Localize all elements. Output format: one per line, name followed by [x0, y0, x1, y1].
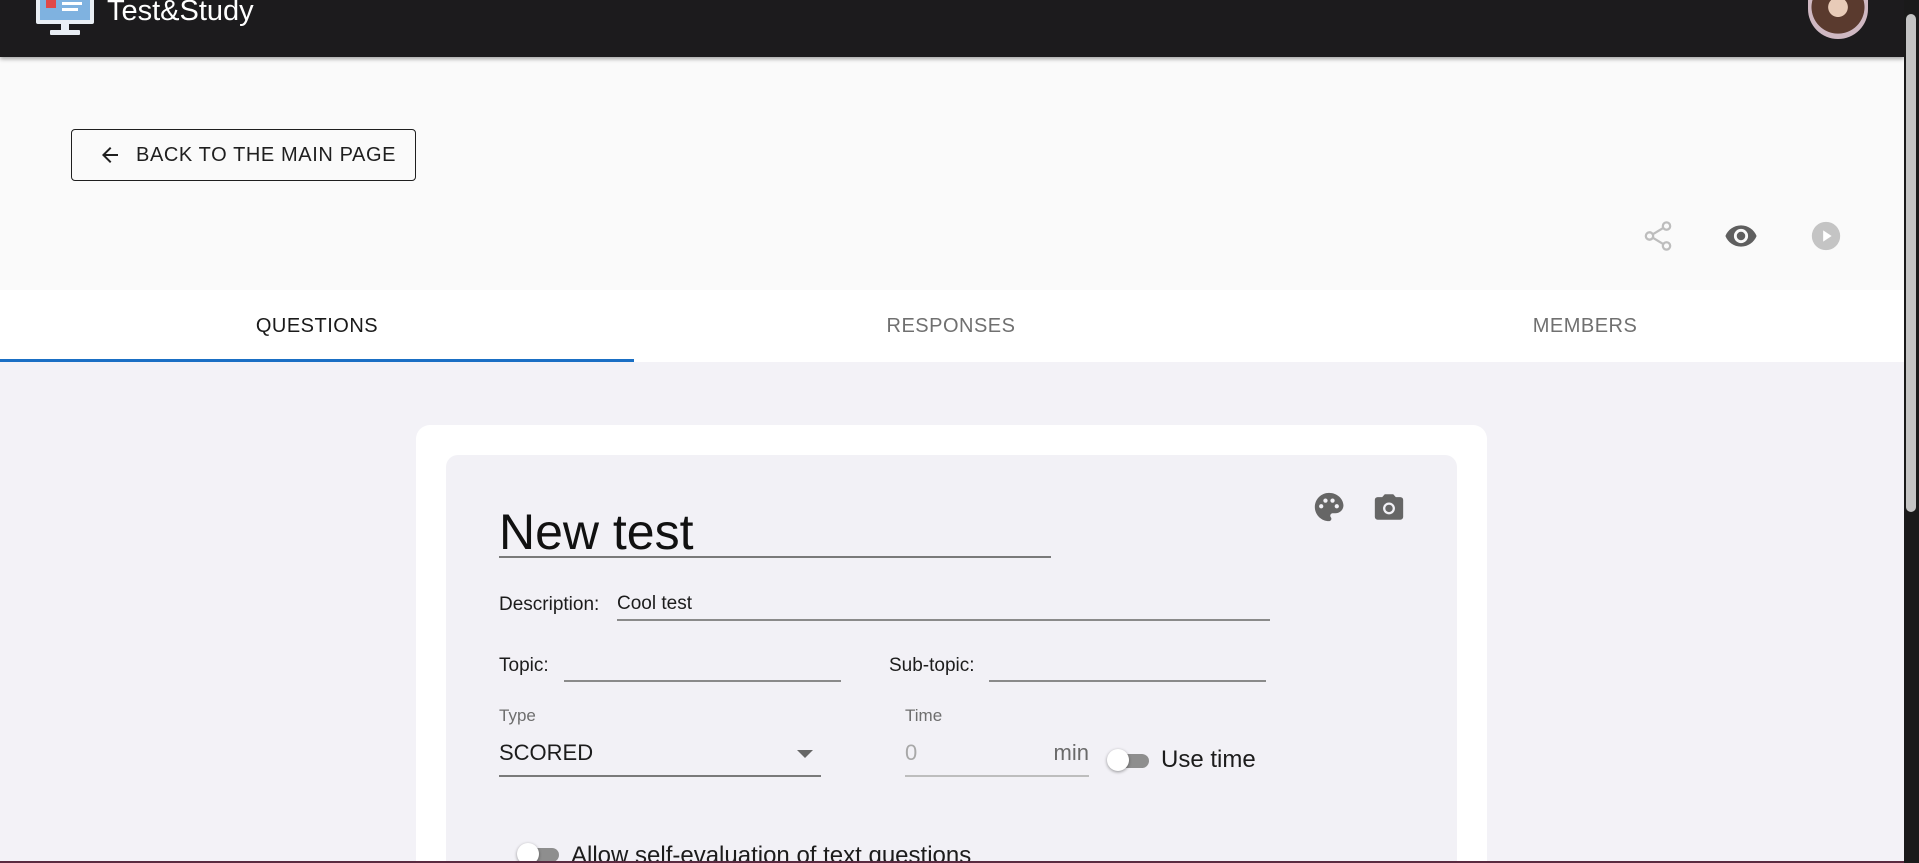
type-label: Type [499, 706, 536, 725]
time-label: Time [905, 706, 943, 725]
topic-label: Topic: [499, 655, 549, 676]
description-label: Description: [499, 594, 600, 615]
active-tab-indicator [0, 359, 634, 362]
toggle-thumb [517, 843, 539, 863]
monitor-logo-icon [36, 0, 94, 35]
description-input[interactable]: Cool test [617, 589, 1270, 621]
time-value: 0 [905, 740, 918, 765]
palette-icon[interactable] [1312, 490, 1346, 524]
play-circle-icon[interactable] [1809, 219, 1843, 253]
tab-questions[interactable]: QUESTIONS [0, 290, 634, 362]
share-icon[interactable] [1641, 219, 1675, 253]
self-evaluation-toggle[interactable] [517, 842, 559, 863]
use-time-toggle[interactable] [1107, 748, 1149, 772]
self-evaluation-label: Allow self-evaluation of text questions [571, 842, 972, 863]
type-select-value: SCORED [499, 740, 594, 765]
toggle-thumb [1107, 749, 1129, 771]
scrollbar-thumb[interactable] [1906, 14, 1916, 512]
topic-input[interactable] [564, 650, 841, 682]
arrow-left-icon [102, 147, 118, 163]
back-to-main-button[interactable]: BACK TO THE MAIN PAGE [71, 129, 416, 181]
time-unit: min [1053, 740, 1089, 765]
test-title-input[interactable]: New test [499, 502, 1051, 560]
use-time-label: Use time [1161, 746, 1256, 773]
page: Test&Study BACK TO THE MAIN PAGE QUESTIO… [0, 0, 1904, 863]
tab-members[interactable]: MEMBERS [1268, 290, 1902, 362]
type-select[interactable]: SCORED [499, 735, 821, 777]
back-button-label: BACK TO THE MAIN PAGE [136, 143, 397, 166]
camera-icon[interactable] [1372, 490, 1406, 524]
subtopic-label: Sub-topic: [889, 655, 975, 676]
subtopic-input[interactable] [989, 650, 1266, 682]
chevron-down-icon [797, 750, 813, 758]
user-avatar[interactable] [1808, 0, 1868, 39]
app-title: Test&Study [107, 0, 254, 27]
time-input[interactable]: 0 min [905, 735, 1089, 777]
tab-bar: QUESTIONS RESPONSES MEMBERS [0, 290, 1904, 362]
app-bar: Test&Study [0, 0, 1904, 57]
eye-icon[interactable] [1724, 219, 1758, 253]
tab-responses[interactable]: RESPONSES [634, 290, 1268, 362]
